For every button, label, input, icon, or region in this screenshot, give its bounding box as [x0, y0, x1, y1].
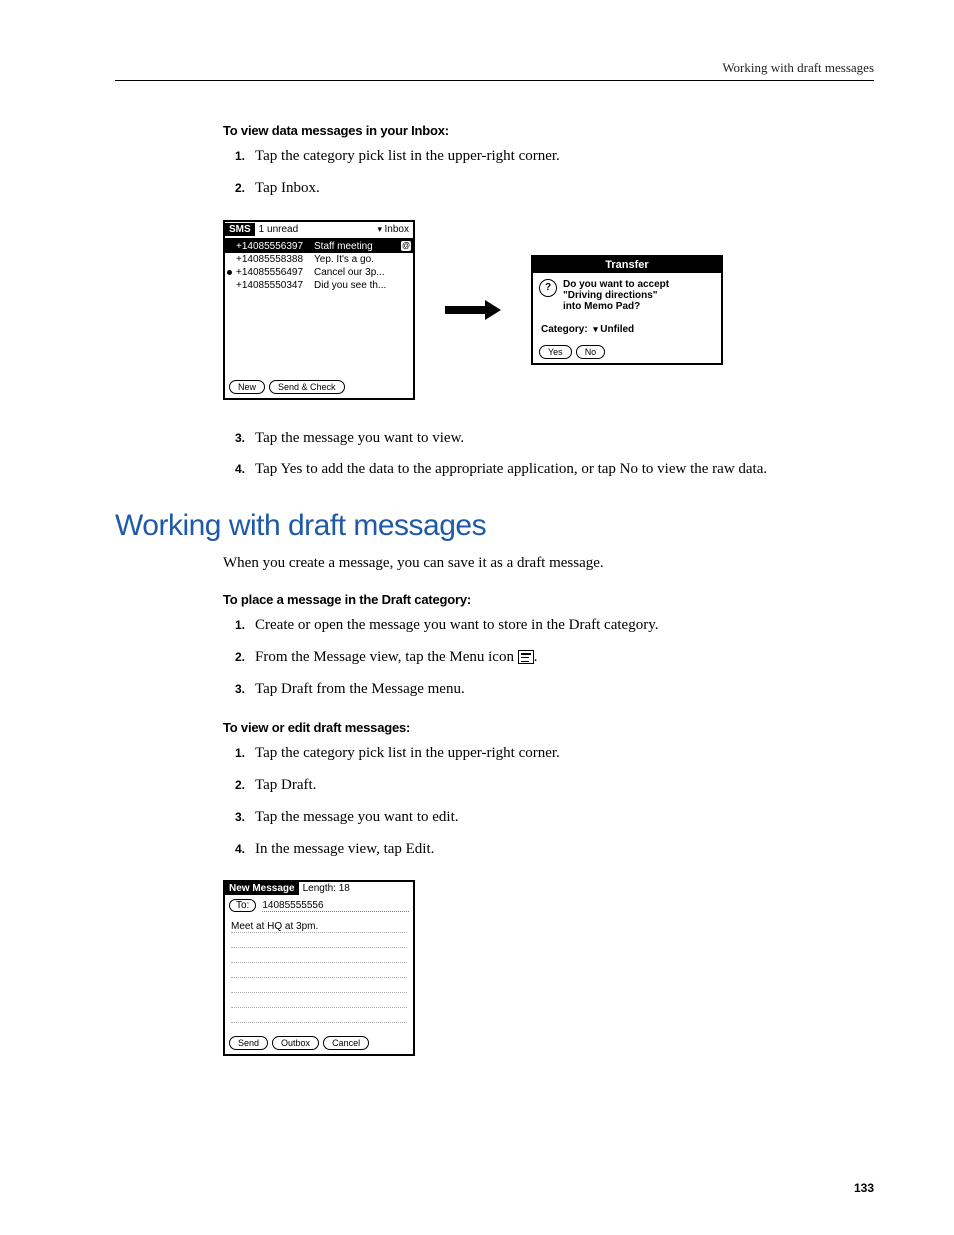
message-rows: +14085556397 Staff meeting @ +1408555838…: [225, 240, 413, 376]
dialog-title: Transfer: [533, 257, 721, 273]
step-text: Tap Draft.: [255, 775, 874, 797]
yes-button[interactable]: Yes: [539, 345, 572, 359]
steps-list-3: 1.Tap the category pick list in the uppe…: [223, 743, 874, 860]
step-number: 1.: [223, 745, 255, 762]
step-number: 3.: [223, 809, 255, 826]
step-number: 1.: [223, 148, 255, 165]
app-title: SMS: [225, 223, 255, 236]
send-check-button[interactable]: Send & Check: [269, 380, 345, 394]
step-number: 3.: [223, 681, 255, 698]
transfer-dialog-screenshot: Transfer ? Do you want to accept "Drivin…: [531, 255, 723, 365]
message-row[interactable]: +14085556497 Cancel our 3p...: [225, 266, 413, 279]
steps-list-1b: 3.Tap the message you want to view. 4.Ta…: [223, 428, 874, 482]
msg-subject: Did you see th...: [314, 280, 386, 291]
msg-subject: Yep. It's a go.: [314, 254, 374, 265]
intro-text: When you create a message, you can save …: [223, 555, 874, 572]
msg-number: +14085556397: [236, 241, 310, 252]
page-number: 133: [854, 1181, 874, 1195]
sms-inbox-screenshot: SMS 1 unread Inbox +14085556397 Staff me…: [223, 220, 415, 400]
figure-row-1: SMS 1 unread Inbox +14085556397 Staff me…: [223, 220, 874, 400]
unread-dot-icon: [227, 270, 232, 275]
steps-list-1: 1.Tap the category pick list in the uppe…: [223, 146, 874, 200]
new-button[interactable]: New: [229, 380, 265, 394]
message-row[interactable]: +14085550347 Did you see th...: [225, 279, 413, 292]
length-indicator: Length: 18: [299, 882, 354, 895]
step-number: 1.: [223, 617, 255, 634]
step-text: Tap Inbox.: [255, 178, 874, 200]
step-text: Tap the category pick list in the upper-…: [255, 743, 874, 765]
screen-title: New Message: [225, 882, 299, 895]
step-number: 2.: [223, 180, 255, 197]
send-button[interactable]: Send: [229, 1036, 268, 1050]
outbox-button[interactable]: Outbox: [272, 1036, 319, 1050]
section-heading: Working with draft messages: [115, 509, 874, 543]
step-number: 3.: [223, 430, 255, 447]
step-text: From the Message view, tap the Menu icon…: [255, 647, 874, 669]
subhead-place-draft: To place a message in the Draft category…: [223, 592, 874, 607]
subhead-view-edit-drafts: To view or edit draft messages:: [223, 720, 874, 735]
step-text: Tap the category pick list in the upper-…: [255, 146, 874, 168]
step-number: 2.: [223, 649, 255, 666]
step-text: Tap the message you want to view.: [255, 428, 874, 450]
running-head: Working with draft messages: [115, 60, 874, 76]
category-picklist[interactable]: Unfiled: [593, 324, 634, 335]
to-field[interactable]: 14085555556: [262, 900, 409, 912]
msg-number: +14085556497: [236, 267, 310, 278]
step-text: In the message view, tap Edit.: [255, 839, 874, 861]
msg-number: +14085550347: [236, 280, 310, 291]
message-row[interactable]: +14085556397 Staff meeting @: [225, 240, 413, 253]
unread-status: 1 unread: [255, 224, 378, 235]
dialog-message: Do you want to accept "Driving direction…: [563, 279, 669, 312]
step-text: Tap Yes to add the data to the appropria…: [255, 459, 874, 481]
header-rule: [115, 80, 874, 81]
msg-subject: Cancel our 3p...: [314, 267, 385, 278]
step-number: 4.: [223, 841, 255, 858]
arrow-right-icon: [445, 303, 501, 317]
message-body-area[interactable]: Meet at HQ at 3pm.: [225, 916, 413, 1023]
subhead-view-data: To view data messages in your Inbox:: [223, 123, 874, 138]
msg-subject: Staff meeting: [314, 241, 373, 252]
category-label: Category:: [541, 324, 588, 335]
step-text: Tap the message you want to edit.: [255, 807, 874, 829]
step-number: 4.: [223, 461, 255, 478]
to-button[interactable]: To:: [229, 899, 256, 912]
cancel-button[interactable]: Cancel: [323, 1036, 369, 1050]
question-icon: ?: [539, 279, 557, 297]
msg-number: +14085558388: [236, 254, 310, 265]
no-button[interactable]: No: [576, 345, 606, 359]
message-row[interactable]: +14085558388 Yep. It's a go.: [225, 253, 413, 266]
menu-icon: [518, 650, 534, 664]
steps-list-2: 1.Create or open the message you want to…: [223, 615, 874, 700]
category-picklist[interactable]: Inbox: [378, 224, 414, 235]
new-message-screenshot: New Message Length: 18 To: 14085555556 M…: [223, 880, 415, 1056]
attachment-icon: @: [401, 241, 411, 251]
body-text: Meet at HQ at 3pm.: [231, 921, 318, 932]
step-text: Create or open the message you want to s…: [255, 615, 874, 637]
step-text: Tap Draft from the Message menu.: [255, 679, 874, 701]
step-number: 2.: [223, 777, 255, 794]
